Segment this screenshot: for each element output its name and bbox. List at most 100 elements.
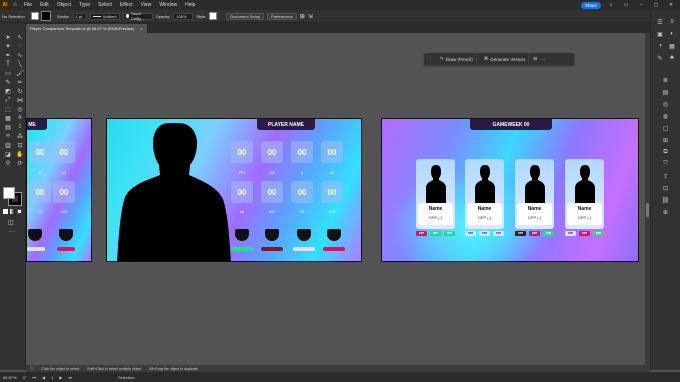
blend-tool-icon[interactable]: ∞ [3,132,13,140]
swatches-icon[interactable]: ▦ [667,42,677,50]
next-artboard-icon[interactable]: ▶ [59,375,62,380]
arrange-icon[interactable]: ⊞ [300,13,305,20]
eyedropper-tool-icon[interactable]: ⟟ [15,123,25,131]
more-tools-icon[interactable]: ··· [9,229,15,235]
gradient-icon[interactable] [10,209,15,214]
rectangle-tool-icon[interactable]: ▭ [3,69,13,77]
pen-tool-icon[interactable]: ✒ [3,51,13,59]
type-tool-icon[interactable]: T [3,60,13,68]
color-panel-icon[interactable]: ◑ [655,42,665,50]
fill-swatch[interactable] [31,12,39,20]
hand-tool-icon[interactable]: ✋ [15,150,25,158]
artboards-panel-icon[interactable]: ⊡ [661,184,671,192]
menu-file[interactable]: File [20,2,36,8]
curvature-tool-icon[interactable]: ∿ [15,51,25,59]
free-transform-tool-icon[interactable]: ⬚ [3,105,13,113]
more-options-icon[interactable]: ··· [541,57,546,62]
pathfinder-icon[interactable]: ⧉ [661,148,671,156]
selection-tool-icon[interactable]: ➤ [3,33,13,41]
player-card[interactable]: Name OPP (-) [565,159,604,229]
player-card[interactable]: Name OPP (-) [465,159,504,229]
minimize-icon[interactable]: – [636,2,646,8]
pin-icon[interactable]: ⊟ [533,56,537,62]
menu-object[interactable]: Object [53,2,75,8]
home-icon[interactable]: ⌂ [10,0,20,10]
artboard-player[interactable]: PLAYER NAME 00 PTS 00 GS 00 A 00 xG 00 x… [106,118,362,262]
player-card[interactable]: Name OPP (-) [515,159,554,229]
prev-artboard-icon[interactable]: ◀ [42,375,45,380]
pencil-tool-icon[interactable]: ✏ [15,78,25,86]
gradient-tool-icon[interactable]: ▤ [3,123,13,131]
color-icon[interactable] [3,209,8,214]
align-panel-icon[interactable]: ⊞ [661,136,671,144]
opacity-field[interactable]: 100% [173,12,194,20]
graphic-styles-icon[interactable]: ▢ [661,124,671,132]
transparency-panel-icon[interactable]: ◎ [661,100,671,108]
rotate-view-tool-icon[interactable]: ⟳ [15,159,25,167]
variable-width-select[interactable]: Uniform [89,12,120,20]
shaper-tool-icon[interactable]: ✎ [3,78,13,86]
menu-select[interactable]: Select [94,2,116,8]
stroke-panel-icon[interactable]: ≣ [661,76,671,84]
properties-icon[interactable]: ☰ [655,18,665,26]
navigator-icon[interactable]: ⊕ [661,208,671,216]
column-graph-tool-icon[interactable]: ▥ [3,141,13,149]
artboard-left[interactable]: ME 00 A 00 xG 00 CS 00 xCS [26,118,92,262]
style-swatch[interactable] [209,12,218,20]
menu-edit[interactable]: Edit [36,2,53,8]
symbols-icon[interactable]: ♣ [667,54,677,62]
drag-handle-icon[interactable]: ⋮ [428,56,433,62]
generate-vectors-button[interactable]: ⌘ Generate Vectors [481,54,530,64]
brush-select[interactable]: Touch Callig... [122,11,153,21]
player-card[interactable]: Name OPP (-) [416,159,455,229]
libraries-icon[interactable]: ▣ [655,30,665,38]
document-tab[interactable]: Player Comparison Template.ai @ 66.67 % … [26,24,147,33]
scrollbar-thumb[interactable] [646,203,649,217]
rotate-view-value[interactable]: 0° [23,375,27,380]
close-tab-icon[interactable]: × [140,26,142,31]
symbol-sprayer-tool-icon[interactable]: ⁂ [15,132,25,140]
share-button[interactable]: Share [580,1,601,9]
menu-window[interactable]: Window [155,2,181,8]
brushes-icon[interactable]: ✎ [655,54,665,62]
last-artboard-icon[interactable]: ⏭ [68,375,72,380]
artboard-number[interactable]: 1 [51,375,53,380]
eraser-tool-icon[interactable]: ◩ [3,87,13,95]
gradient-panel-icon[interactable]: ▤ [661,88,671,96]
asset-export-icon[interactable]: ⇪ [661,172,671,180]
appearance-panel-icon[interactable]: ◍ [661,112,671,120]
menu-help[interactable]: Help [181,2,199,8]
stroke-weight-field[interactable]: 1 pt [72,12,87,20]
magic-wand-tool-icon[interactable]: ✦ [3,42,13,50]
first-artboard-icon[interactable]: ⏮ [32,375,36,380]
fill-color-icon[interactable] [3,187,15,199]
color-guide-icon[interactable]: ◐ [667,30,677,38]
menu-type[interactable]: Type [75,2,94,8]
canvas[interactable]: ME 00 A 00 xG 00 CS 00 xCS PLAYER NAME 0… [26,33,645,370]
search-icon[interactable]: ⌕ [606,2,616,8]
perspective-grid-tool-icon[interactable]: ▦ [3,114,13,122]
workspace-icon[interactable]: ▭ [621,2,631,8]
menu-effect[interactable]: Effect [116,2,137,8]
maximize-icon[interactable]: ▢ [651,2,661,8]
artboard-tool-icon[interactable]: ⊡ [15,141,25,149]
stroke-swatch[interactable] [41,11,51,21]
transform-icon[interactable]: ⇲ [308,13,313,20]
none-icon[interactable] [17,209,22,214]
zoom-tool-icon[interactable]: ⚲ [3,159,13,167]
direct-selection-tool-icon[interactable]: ↖ [15,33,25,41]
close-icon[interactable]: ✕ [666,2,676,8]
zoom-level[interactable]: 66.67% [3,375,17,380]
artboard-gameweek[interactable]: GAMEWEEK 00 Name OPP (-) OPP OPP OPP Nam… [381,118,639,262]
preferences-button[interactable]: Preferences [267,12,297,20]
layers-icon[interactable]: ≡ [667,18,677,26]
fill-stroke-widget[interactable] [3,187,23,206]
paintbrush-tool-icon[interactable]: 🖌 [15,69,25,77]
width-tool-icon[interactable]: ⋈ [15,96,25,104]
links-panel-icon[interactable]: ⛓ [661,196,671,204]
shape-builder-tool-icon[interactable]: ◎ [15,105,25,113]
rotate-tool-icon[interactable]: ↻ [15,87,25,95]
menu-view[interactable]: View [137,2,156,8]
mesh-tool-icon[interactable]: # [15,114,25,122]
draw-mode-icon[interactable]: ◫ [8,219,14,226]
